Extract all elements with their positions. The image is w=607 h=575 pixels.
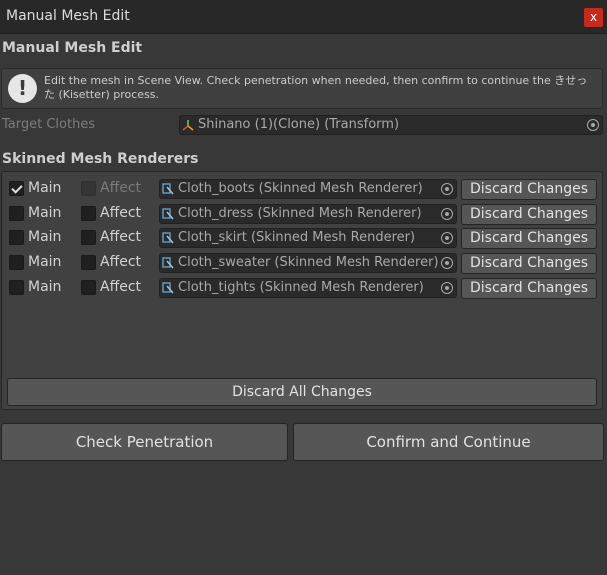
renderer-row: Main Affect Cloth_tights (Skinned Mesh Ren… — [2, 276, 602, 300]
transform-icon — [182, 120, 194, 131]
affect-checkbox[interactable] — [81, 230, 96, 246]
close-button[interactable]: x — [584, 8, 603, 27]
discard-changes-button[interactable]: Discard Changes — [461, 253, 597, 275]
main-label: Main — [28, 278, 62, 295]
renderers-title: Skinned Mesh Renderers — [2, 151, 199, 167]
renderer-object-value: Cloth_skirt (Skinned Mesh Renderer) — [178, 230, 416, 246]
renderer-object-field[interactable]: Cloth_tights (Skinned Mesh Renderer) — [159, 277, 457, 298]
main-checkbox[interactable] — [9, 181, 24, 196]
renderer-object-value: Cloth_tights (Skinned Mesh Renderer) — [178, 279, 424, 295]
page-title: Manual Mesh Edit — [2, 40, 143, 56]
main-label: Main — [28, 254, 62, 271]
object-picker-icon[interactable] — [441, 232, 453, 245]
renderer-object-value: Cloth_sweater (Skinned Mesh Renderer) — [178, 255, 439, 271]
renderer-object-field[interactable]: Cloth_skirt (Skinned Mesh Renderer) — [159, 228, 457, 249]
skinned-mesh-icon — [162, 232, 174, 244]
affect-checkbox[interactable] — [81, 205, 96, 221]
main-checkbox[interactable] — [9, 230, 24, 246]
discard-changes-button[interactable]: Discard Changes — [461, 277, 597, 299]
target-clothes-value: Shinano (1)(Clone) (Transform) — [198, 117, 400, 132]
main-checkbox[interactable] — [9, 205, 24, 221]
main-checkbox[interactable] — [9, 255, 24, 271]
renderer-row: Main Affect Cloth_sweater (Skinned Mesh Re… — [2, 251, 602, 275]
target-clothes-field[interactable]: Shinano (1)(Clone) (Transform) — [179, 115, 603, 135]
affect-label: Affect — [100, 229, 142, 246]
renderer-object-value: Cloth_boots (Skinned Mesh Renderer) — [178, 181, 423, 196]
object-picker-icon[interactable] — [587, 119, 599, 131]
skinned-mesh-icon — [162, 257, 174, 269]
renderer-row: Main Affect Cloth_skirt (Skinned Mesh Rend… — [2, 226, 602, 250]
window-titlebar: Manual Mesh Edit x — [0, 0, 607, 34]
main-label: Main — [28, 204, 62, 221]
object-picker-icon[interactable] — [441, 257, 453, 270]
help-text: Edit the mesh in Scene View. Check penet… — [44, 74, 588, 101]
main-checkbox[interactable] — [9, 279, 24, 295]
help-box: ! Edit the mesh in Scene View. Check pen… — [1, 68, 603, 109]
renderer-object-value: Cloth_dress (Skinned Mesh Renderer) — [178, 205, 422, 221]
target-clothes-label: Target Clothes — [2, 117, 96, 132]
object-picker-icon[interactable] — [441, 183, 453, 195]
renderer-object-field[interactable]: Cloth_boots (Skinned Mesh Renderer) — [159, 179, 457, 199]
exclamation-icon: ! — [8, 74, 37, 103]
renderer-object-field[interactable]: Cloth_dress (Skinned Mesh Renderer) — [159, 203, 457, 224]
affect-checkbox — [81, 181, 96, 196]
check-penetration-button[interactable]: Check Penetration — [1, 423, 288, 461]
discard-changes-button[interactable]: Discard Changes — [461, 179, 597, 200]
affect-label: Affect — [100, 180, 142, 196]
skinned-mesh-icon — [162, 208, 174, 220]
main-label: Main — [28, 229, 62, 246]
renderer-row: Main Affect Cloth_boots (Skinned Mesh Rend… — [2, 177, 602, 201]
discard-changes-button[interactable]: Discard Changes — [461, 228, 597, 250]
affect-checkbox[interactable] — [81, 255, 96, 271]
discard-all-button[interactable]: Discard All Changes — [7, 378, 597, 406]
renderer-object-field[interactable]: Cloth_sweater (Skinned Mesh Renderer) — [159, 253, 457, 274]
skinned-mesh-icon — [162, 282, 174, 294]
confirm-continue-button[interactable]: Confirm and Continue — [293, 423, 604, 461]
main-label: Main — [28, 180, 62, 196]
affect-label: Affect — [100, 254, 142, 271]
renderers-list: Main Affect Cloth_boots (Skinned Mesh Rend… — [1, 171, 603, 410]
renderer-row: Main Affect Cloth_dress (Skinned Mesh Rend… — [2, 202, 602, 226]
window-title: Manual Mesh Edit — [6, 8, 130, 24]
object-picker-icon[interactable] — [441, 281, 453, 294]
discard-changes-button[interactable]: Discard Changes — [461, 203, 597, 225]
object-picker-icon[interactable] — [441, 207, 453, 220]
affect-label: Affect — [100, 204, 142, 221]
skinned-mesh-icon — [162, 183, 174, 195]
affect-checkbox[interactable] — [81, 279, 96, 295]
affect-label: Affect — [100, 278, 142, 295]
